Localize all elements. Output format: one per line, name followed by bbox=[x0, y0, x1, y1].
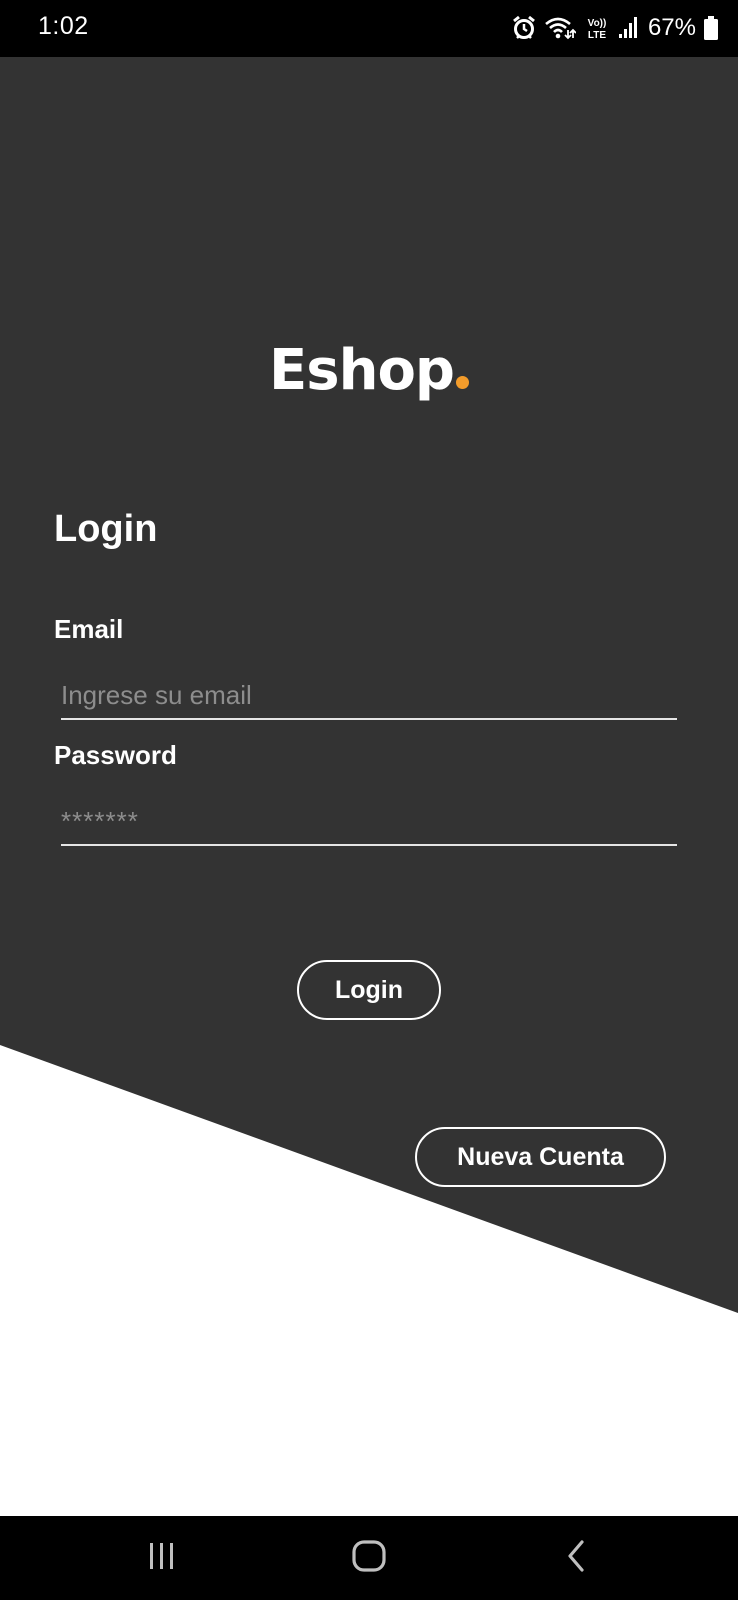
password-label: Password bbox=[54, 740, 177, 770]
eshop-logo: Eshop bbox=[0, 338, 738, 403]
battery-icon bbox=[704, 16, 718, 40]
status-time: 1:02 bbox=[38, 12, 89, 40]
volte-top-text: Vo)) bbox=[588, 18, 607, 29]
home-icon bbox=[352, 1539, 386, 1577]
volte-icon: Vo)) LTE bbox=[584, 15, 610, 41]
password-field[interactable] bbox=[61, 790, 677, 846]
new-account-button[interactable]: Nueva Cuenta bbox=[415, 1127, 666, 1187]
recents-button[interactable] bbox=[117, 1516, 207, 1600]
login-screen: 1:02 Vo)) LTE 67% Eshop Login Email Ingr… bbox=[0, 0, 738, 1600]
battery-percent: 67% bbox=[647, 14, 696, 41]
recents-icon bbox=[147, 1542, 177, 1575]
email-label: Email bbox=[54, 614, 124, 644]
email-field[interactable] bbox=[61, 664, 677, 720]
status-icons: Vo)) LTE 67% bbox=[512, 12, 718, 44]
logo-dot bbox=[456, 376, 469, 389]
navigation-bar bbox=[0, 1516, 738, 1600]
back-icon bbox=[565, 1539, 587, 1577]
status-bar: 1:02 Vo)) LTE 67% bbox=[0, 0, 738, 57]
login-button[interactable]: Login bbox=[297, 960, 441, 1020]
logo-text: Eshop bbox=[268, 338, 455, 403]
signal-icon bbox=[618, 16, 638, 40]
wifi-icon bbox=[544, 16, 576, 40]
dark-diagonal-background bbox=[0, 57, 738, 1313]
volte-bottom-text: LTE bbox=[588, 30, 606, 41]
alarm-icon bbox=[512, 15, 536, 41]
home-button[interactable] bbox=[324, 1516, 414, 1600]
back-button[interactable] bbox=[531, 1516, 621, 1600]
page-title: Login bbox=[54, 508, 158, 550]
